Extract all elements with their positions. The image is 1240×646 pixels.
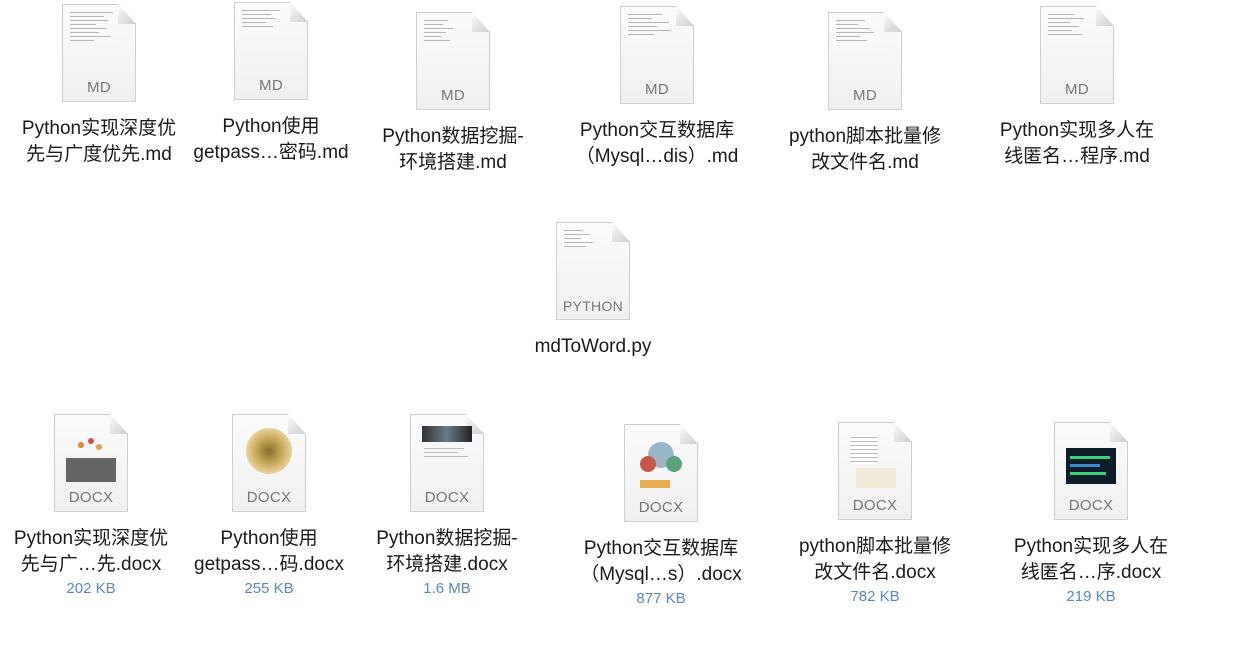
file-name-line2: 线匿名…序.docx bbox=[1020, 562, 1162, 583]
md-document-icon[interactable]: MD bbox=[62, 4, 136, 102]
docx-document-icon[interactable]: DOCX bbox=[232, 414, 306, 512]
file-name-line2: 环境搭建.docx bbox=[386, 554, 508, 575]
file-name-line1: Python实现深度优 bbox=[13, 528, 169, 549]
file-type-label: DOCX bbox=[246, 489, 292, 506]
file-type-label: MD bbox=[259, 77, 283, 94]
file-name-line1: Python交互数据库 bbox=[579, 120, 735, 141]
document-thumbnail bbox=[634, 434, 688, 496]
file-name-line2: 改文件名.md bbox=[811, 152, 919, 173]
md-document-icon[interactable]: MD bbox=[234, 2, 308, 100]
file-type-label: DOCX bbox=[68, 489, 114, 506]
file-type-label: MD bbox=[645, 81, 669, 98]
md-document-icon[interactable]: MD bbox=[416, 12, 490, 110]
file-name-line2: 先与广…先.docx bbox=[20, 554, 162, 575]
file-name-line2: 环境搭建.md bbox=[399, 152, 507, 173]
file-name-line1: Python实现多人在 bbox=[1013, 536, 1169, 557]
file-name-line1: Python实现多人在 bbox=[999, 120, 1155, 141]
file-name: mdToWord.py bbox=[534, 336, 652, 357]
file-size: 202 KB bbox=[66, 580, 116, 597]
file-type-label: DOCX bbox=[1068, 497, 1114, 514]
file-size: 782 KB bbox=[850, 588, 900, 605]
file-name-line2: getpass…密码.md bbox=[193, 142, 349, 163]
docx-document-icon[interactable]: DOCX bbox=[410, 414, 484, 512]
file-name-line1: python脚本批量修 bbox=[788, 126, 942, 147]
file-name-line2: （Mysql…dis）.md bbox=[575, 146, 739, 167]
file-name-line1: Python数据挖掘- bbox=[376, 528, 518, 549]
file-name-line2: 先与广度优先.md bbox=[26, 144, 172, 165]
file-name-line2: 改文件名.docx bbox=[814, 562, 936, 583]
file-type-label: MD bbox=[1065, 81, 1089, 98]
file-type-label: MD bbox=[87, 79, 111, 96]
docx-document-icon[interactable]: DOCX bbox=[1054, 422, 1128, 520]
md-document-icon[interactable]: MD bbox=[1040, 6, 1114, 104]
md-document-icon[interactable]: MD bbox=[828, 12, 902, 110]
document-thumbnail bbox=[64, 424, 118, 486]
file-size: 1.6 MB bbox=[423, 580, 471, 597]
docx-document-icon[interactable]: DOCX bbox=[838, 422, 912, 520]
md-document-icon[interactable]: MD bbox=[620, 6, 694, 104]
file-name-line1: Python数据挖掘- bbox=[382, 126, 524, 147]
file-size: 877 KB bbox=[636, 590, 686, 607]
file-size: 255 KB bbox=[244, 580, 294, 597]
file-name-line1: Python实现深度优 bbox=[21, 118, 177, 139]
file-type-label: DOCX bbox=[852, 497, 898, 514]
file-type-label: MD bbox=[853, 87, 877, 104]
document-thumbnail bbox=[420, 424, 474, 486]
file-name-line1: Python使用 bbox=[222, 116, 320, 137]
file-type-label: MD bbox=[441, 87, 465, 104]
file-name-line2: getpass…码.docx bbox=[194, 554, 344, 575]
file-name-line1: Python使用 bbox=[220, 528, 318, 549]
docx-document-icon[interactable]: DOCX bbox=[624, 424, 698, 522]
document-thumbnail bbox=[1064, 432, 1118, 494]
file-name-line2: （Mysql…s）.docx bbox=[580, 564, 742, 585]
document-thumbnail bbox=[242, 424, 296, 486]
python-script-icon[interactable]: PYTHON bbox=[556, 222, 630, 320]
file-size: 219 KB bbox=[1066, 588, 1116, 605]
file-type-label: PYTHON bbox=[562, 298, 624, 314]
docx-document-icon[interactable]: DOCX bbox=[54, 414, 128, 512]
file-type-label: DOCX bbox=[638, 499, 684, 516]
file-name-line2: 线匿名…程序.md bbox=[1004, 146, 1150, 167]
document-thumbnail bbox=[848, 432, 902, 494]
file-name-line1: python脚本批量修 bbox=[798, 536, 952, 557]
file-type-label: DOCX bbox=[424, 489, 470, 506]
file-name-line1: Python交互数据库 bbox=[583, 538, 739, 559]
